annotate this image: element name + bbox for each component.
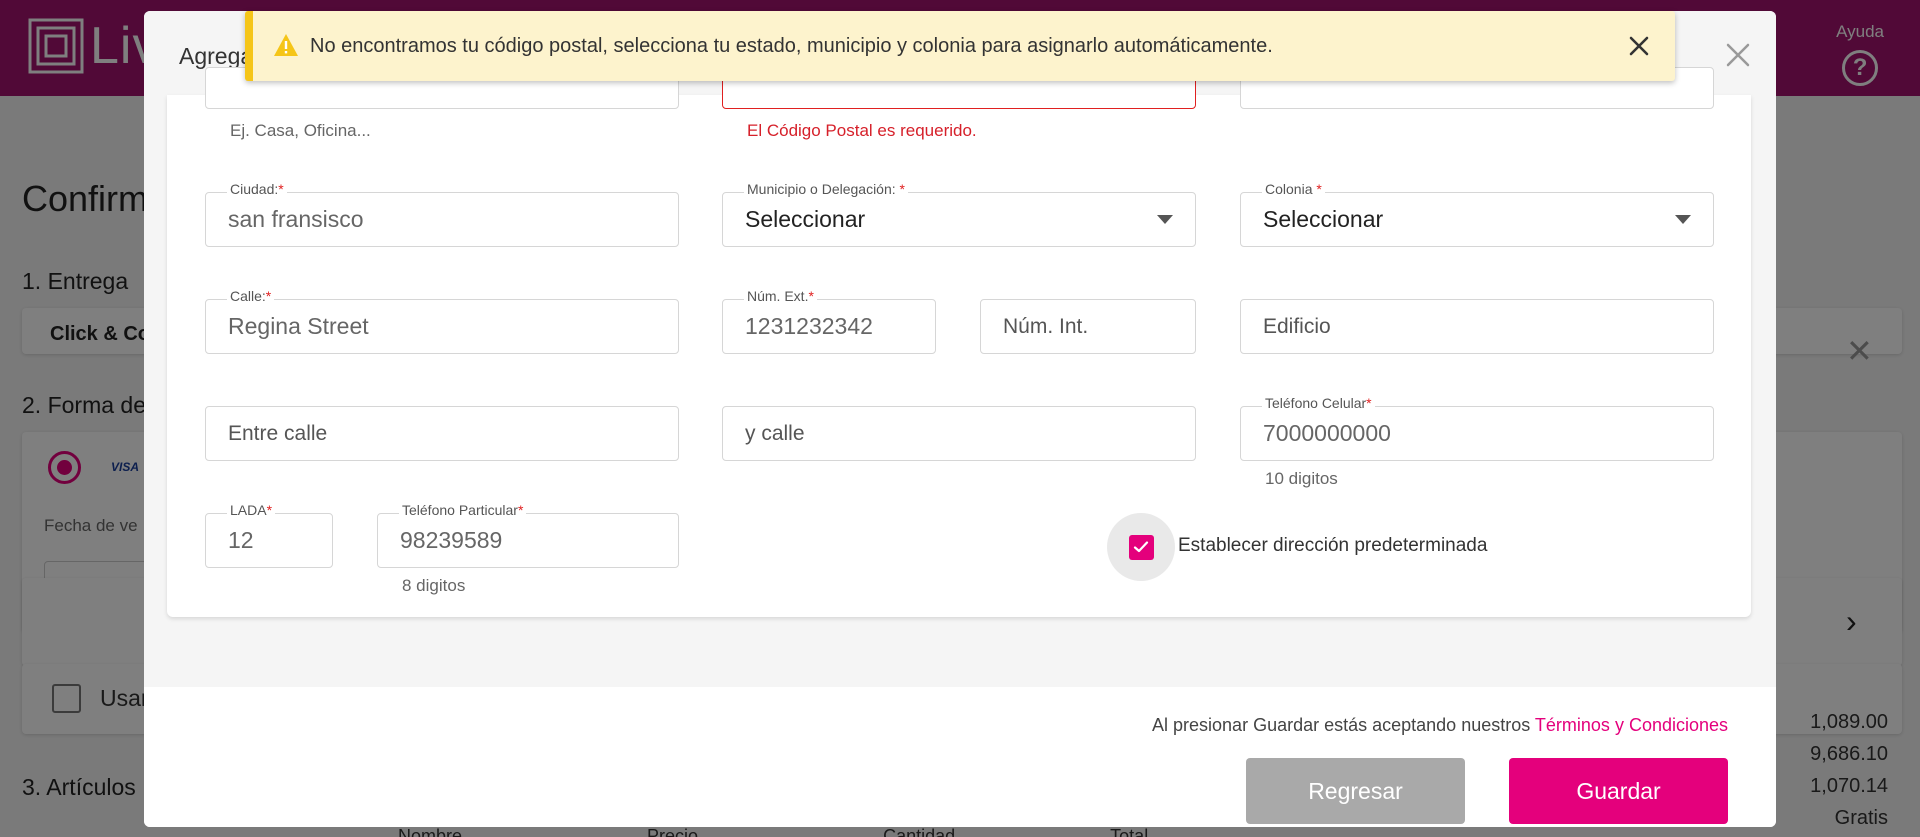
terms-link[interactable]: Términos y Condiciones <box>1535 715 1728 735</box>
modal-close-icon[interactable] <box>1720 37 1756 73</box>
modal-body: Ej. Casa, Oficina... El Código Postal es… <box>144 67 1776 687</box>
toast-close-icon[interactable] <box>1625 32 1653 60</box>
street-label: Calle:* <box>227 288 275 304</box>
between-street-input[interactable]: Entre calle <box>205 406 679 461</box>
default-address-label: Establecer dirección predeterminada <box>1178 535 1488 556</box>
mobile-phone-helper: 10 digitos <box>1265 469 1338 488</box>
between-street-placeholder: Entre calle <box>228 421 328 445</box>
municipality-label: Municipio o Delegación: * <box>744 181 908 197</box>
toast-message: No encontramos tu código postal, selecci… <box>310 35 1273 57</box>
and-street-placeholder: y calle <box>745 421 805 445</box>
chevron-down-icon <box>1157 215 1173 224</box>
phone-label: Teléfono Particular* <box>399 502 527 518</box>
back-button[interactable]: Regresar <box>1246 758 1465 824</box>
address-form: Ej. Casa, Oficina... El Código Postal es… <box>167 67 1751 617</box>
building-input[interactable]: Edificio <box>1240 299 1714 354</box>
checkbox-box <box>1128 534 1154 560</box>
colony-select[interactable]: Seleccionar <box>1240 192 1714 247</box>
postal-code-error: El Código Postal es requerido. <box>747 121 977 140</box>
colony-value: Seleccionar <box>1263 206 1384 232</box>
int-number-placeholder: Núm. Int. <box>1003 314 1089 338</box>
municipality-select[interactable]: Seleccionar <box>722 192 1196 247</box>
mobile-phone-label: Teléfono Celular* <box>1262 395 1375 411</box>
building-placeholder: Edificio <box>1263 314 1331 338</box>
colony-label: Colonia * <box>1262 181 1325 197</box>
postal-code-toast: No encontramos tu código postal, selecci… <box>245 11 1675 81</box>
ext-number-input[interactable]: 1231232342 <box>722 299 936 354</box>
int-number-input[interactable]: Núm. Int. <box>980 299 1196 354</box>
lada-input[interactable]: 12 <box>205 513 333 568</box>
and-street-input[interactable]: y calle <box>722 406 1196 461</box>
city-input[interactable]: san fransisco <box>205 192 679 247</box>
phone-input[interactable]: 98239589 <box>377 513 679 568</box>
street-input[interactable]: Regina Street <box>205 299 679 354</box>
lada-label: LADA* <box>227 502 276 518</box>
phone-helper: 8 digitos <box>402 576 466 595</box>
city-label: Ciudad:* <box>227 181 287 197</box>
alias-helper: Ej. Casa, Oficina... <box>230 121 371 140</box>
checkmark-icon <box>1133 541 1149 553</box>
warning-icon <box>274 34 298 56</box>
mobile-phone-input[interactable]: 7000000000 <box>1240 406 1714 461</box>
municipality-value: Seleccionar <box>745 206 866 232</box>
modal-footer: Al presionar Guardar estás aceptando nue… <box>144 687 1776 827</box>
ext-number-label: Núm. Ext.* <box>744 288 817 304</box>
terms-prefix: Al presionar Guardar estás aceptando nue… <box>1152 715 1535 735</box>
modal-title: Agrega <box>179 43 254 69</box>
default-address-checkbox[interactable] <box>1107 513 1175 581</box>
chevron-down-icon <box>1675 215 1691 224</box>
save-button[interactable]: Guardar <box>1509 758 1728 824</box>
add-address-modal: Agrega Ej. Casa, Oficina... El Código Po… <box>144 11 1776 827</box>
terms-notice: Al presionar Guardar estás aceptando nue… <box>1152 715 1728 736</box>
